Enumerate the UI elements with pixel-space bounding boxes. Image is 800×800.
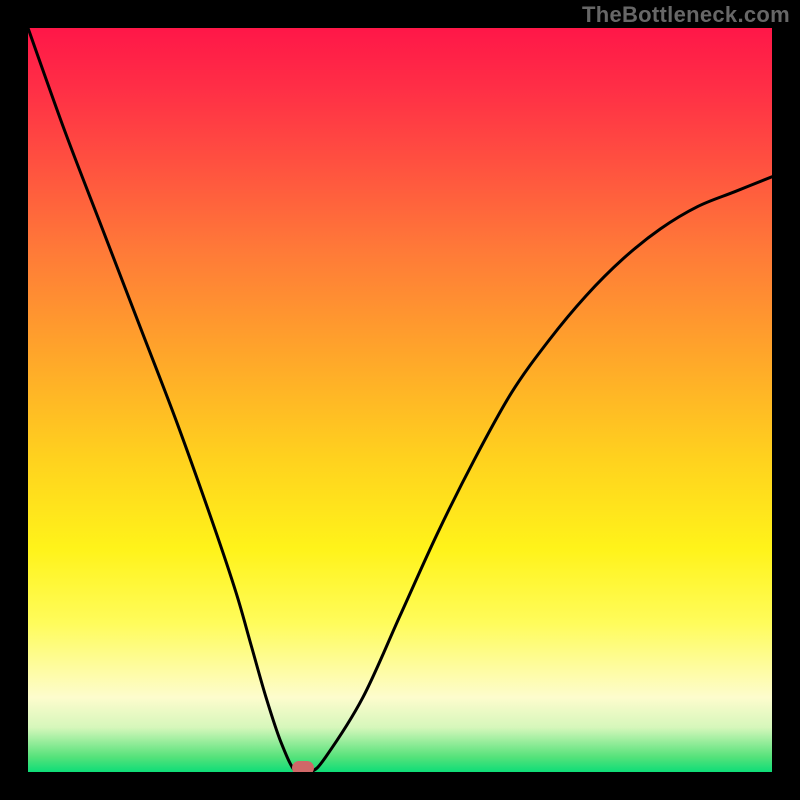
chart-frame: TheBottleneck.com (0, 0, 800, 800)
plot-area (28, 28, 772, 772)
minimum-marker (292, 761, 314, 772)
bottleneck-curve (28, 28, 772, 772)
curve-svg (28, 28, 772, 772)
watermark-text: TheBottleneck.com (582, 2, 790, 28)
